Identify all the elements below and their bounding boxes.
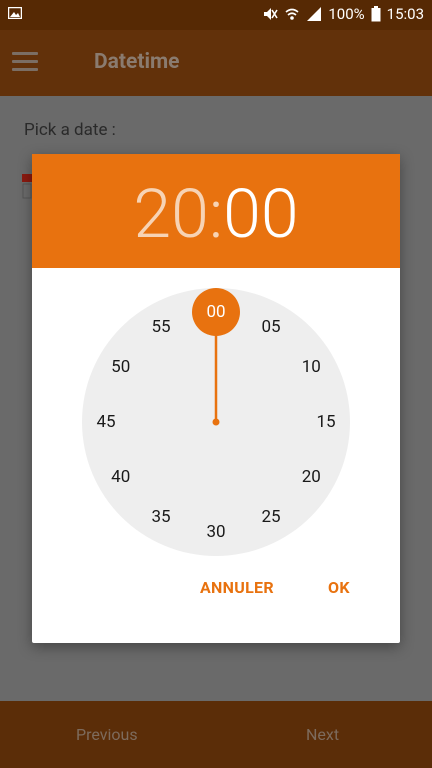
status-icons: 100% 15:03 <box>262 5 424 23</box>
menu-icon[interactable] <box>12 52 38 72</box>
time-separator: : <box>208 174 224 254</box>
clock-number-55[interactable]: 55 <box>151 317 170 337</box>
clock-number-40[interactable]: 40 <box>111 467 130 487</box>
clock-number-50[interactable]: 50 <box>111 357 130 377</box>
clock-number-30[interactable]: 30 <box>206 522 225 542</box>
signal-icon <box>307 7 322 21</box>
clock-number-25[interactable]: 25 <box>261 507 280 527</box>
clock-number-35[interactable]: 35 <box>151 507 170 527</box>
clock-time: 15:03 <box>386 5 424 23</box>
time-display: 20:00 <box>32 174 400 254</box>
next-button[interactable]: Next <box>306 725 339 744</box>
clock-number-10[interactable]: 10 <box>302 357 321 377</box>
cancel-button[interactable]: ANNULER <box>200 578 274 597</box>
clock-face[interactable]: 00 05 10 15 20 25 30 35 40 45 50 55 <box>82 288 350 556</box>
status-bar: 100% 15:03 <box>0 0 432 30</box>
wifi-icon <box>285 8 299 20</box>
page-title: Datetime <box>94 50 180 74</box>
mute-icon <box>264 8 279 20</box>
previous-button[interactable]: Previous <box>76 725 138 744</box>
time-picker-dialog: 20:00 00 05 10 15 20 25 30 35 40 45 50 55 ANNULER O… <box>32 154 400 643</box>
time-header: 20:00 <box>32 154 400 268</box>
image-icon <box>8 7 22 19</box>
dialog-actions: ANNULER OK <box>32 578 400 608</box>
clock-number-00[interactable]: 00 <box>206 302 225 322</box>
date-label: Pick a date : <box>24 120 116 140</box>
clock-dial <box>82 288 350 556</box>
hours-value[interactable]: 20 <box>133 174 208 254</box>
clock-center-dot <box>212 418 220 426</box>
clock-number-20[interactable]: 20 <box>302 467 321 487</box>
minutes-value[interactable]: 00 <box>223 174 298 254</box>
ok-button[interactable]: OK <box>328 578 350 597</box>
clock-number-45[interactable]: 45 <box>96 412 115 432</box>
battery-icon <box>371 6 381 22</box>
battery-percentage: 100% <box>328 5 365 23</box>
bottom-nav: Previous Next <box>0 701 432 768</box>
app-bar: Datetime <box>0 30 432 96</box>
clock-number-15[interactable]: 15 <box>316 412 335 432</box>
clock-number-05[interactable]: 05 <box>261 317 280 337</box>
